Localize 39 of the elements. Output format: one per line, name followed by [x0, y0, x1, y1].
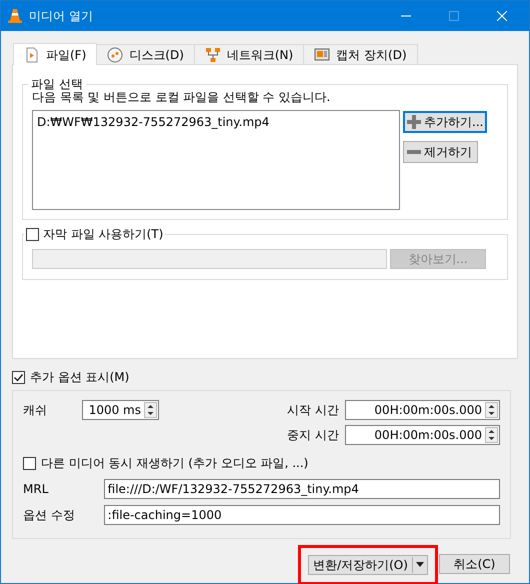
tab[interactable]: 디스크(D): [96, 44, 195, 64]
mrl-field[interactable]: file:///D:/WF/132932-755272963_tiny.mp4: [104, 479, 500, 499]
file-icon: [24, 46, 40, 62]
checkbox-label: 추가 옵션 표시(M): [30, 369, 130, 386]
checkbox[interactable]: [26, 228, 39, 240]
spin-box[interactable]: 00H:00m:00s.000: [345, 425, 500, 445]
field-label: 시작 시간: [287, 402, 339, 419]
field-label: 옵션 수정: [23, 507, 76, 524]
edit-options-field[interactable]: :file-caching=1000: [104, 505, 500, 525]
spin-arrows-icon[interactable]: [144, 402, 157, 418]
minus-icon: [407, 150, 421, 154]
file-list-item[interactable]: D:₩WF₩132932-755272963_tiny.mp4: [37, 113, 395, 131]
plus-icon: [407, 115, 421, 129]
network-icon: [204, 46, 221, 62]
spin-box[interactable]: 00H:00m:00s.000: [345, 400, 500, 420]
dropdown-caret-icon[interactable]: [413, 561, 427, 569]
remove-button[interactable]: 제거하기: [403, 141, 478, 163]
field-label: 캐쉬: [23, 402, 48, 419]
tab[interactable]: 캡처 장치(D): [303, 44, 418, 64]
traffic-cone-icon: [7, 8, 23, 24]
tab[interactable]: 네트워크(N): [194, 44, 304, 64]
capture-card-icon: [314, 46, 330, 62]
window-title: 미디어 열기: [29, 8, 93, 25]
add-button[interactable]: 추가하기...: [403, 111, 488, 133]
checkbox[interactable]: [23, 456, 36, 470]
spin-arrows-icon[interactable]: [485, 402, 498, 418]
cancel-button[interactable]: 취소(C): [439, 554, 510, 574]
convert-save-button[interactable]: 변환/저장하기(O): [308, 555, 428, 575]
checkbox[interactable]: [12, 370, 25, 384]
field-label: 중지 시간: [287, 427, 339, 444]
field-label: MRL: [23, 481, 50, 498]
checkbox-label: 다른 미디어 동시 재생하기 (추가 오디오 파일, ...): [41, 455, 308, 472]
spin-box[interactable]: 1000 ms: [82, 400, 159, 420]
file-list[interactable]: D:₩WF₩132932-755272963_tiny.mp4: [32, 110, 400, 210]
description-text: 다음 목록 및 버튼으로 로컬 파일을 선택할 수 있습니다.: [32, 90, 332, 106]
close-icon[interactable]: [497, 11, 507, 21]
tab[interactable]: 파일(F): [13, 43, 98, 65]
spin-arrows-icon[interactable]: [485, 427, 498, 443]
checkbox-label: 자막 파일 사용하기(T): [43, 226, 164, 243]
